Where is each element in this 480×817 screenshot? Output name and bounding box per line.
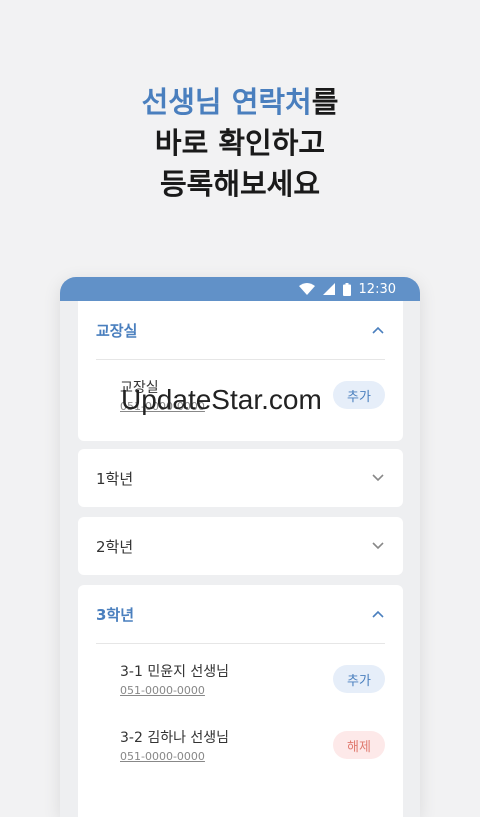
headline-line-2: 바로 확인하고 — [154, 126, 326, 160]
watermark-text: UpdateStar.com — [121, 384, 322, 415]
section-card-grade-2: 2학년 — [78, 517, 403, 575]
section-title: 3학년 — [96, 605, 135, 624]
status-time: 12:30 — [358, 281, 396, 297]
section-header-grade-3[interactable]: 3학년 — [78, 585, 403, 643]
section-header-principal[interactable]: 교장실 — [78, 301, 403, 359]
section-title: 1학년 — [96, 469, 134, 488]
chevron-up-icon — [371, 607, 385, 621]
section-title: 교장실 — [96, 321, 138, 340]
contact-name: 3-1 민윤지 선생님 — [120, 664, 230, 680]
signal-icon — [322, 283, 335, 295]
section-card-grade-3: 3학년 3-1 민윤지 선생님 051-0000-0000 추가 3-2 김하나… — [78, 585, 403, 817]
contact-row: 3-2 김하나 선생님 051-0000-0000 해제 — [78, 710, 403, 776]
contact-phone-link[interactable]: 051-0000-0000 — [120, 684, 205, 697]
section-card-grade-1: 1학년 — [78, 449, 403, 507]
section-header-grade-2[interactable]: 2학년 — [78, 517, 403, 575]
section-card-principal: 교장실 교장실 051-0000-0000 추가 — [78, 301, 403, 441]
wifi-icon — [298, 283, 315, 295]
battery-icon — [342, 282, 351, 296]
section-title: 2학년 — [96, 537, 134, 556]
contact-row: 3-1 민윤지 선생님 051-0000-0000 추가 — [78, 644, 403, 710]
contact-phone-link[interactable]: 051-0000-0000 — [120, 750, 205, 763]
chevron-up-icon — [371, 323, 385, 337]
chevron-down-icon — [371, 539, 385, 553]
phone-mockup: 12:30 교장실 교장실 051-0000-0000 추가 1학년 2학년 3… — [60, 277, 420, 817]
contact-name: 3-2 김하나 선생님 — [120, 730, 230, 746]
add-contact-button[interactable]: 추가 — [333, 381, 385, 409]
remove-contact-button[interactable]: 해제 — [333, 731, 385, 759]
headline-accent: 선생님 연락처 — [141, 85, 312, 119]
status-bar: 12:30 — [60, 277, 420, 301]
section-header-grade-1[interactable]: 1학년 — [78, 449, 403, 507]
add-contact-button[interactable]: 추가 — [333, 665, 385, 693]
headline-line-1: 선생님 연락처를 — [0, 82, 480, 123]
headline-line-1-rest: 를 — [311, 85, 339, 119]
promo-headline: 선생님 연락처를 바로 확인하고 등록해보세요 — [0, 82, 480, 205]
headline-line-3: 등록해보세요 — [159, 167, 321, 201]
chevron-down-icon — [371, 471, 385, 485]
